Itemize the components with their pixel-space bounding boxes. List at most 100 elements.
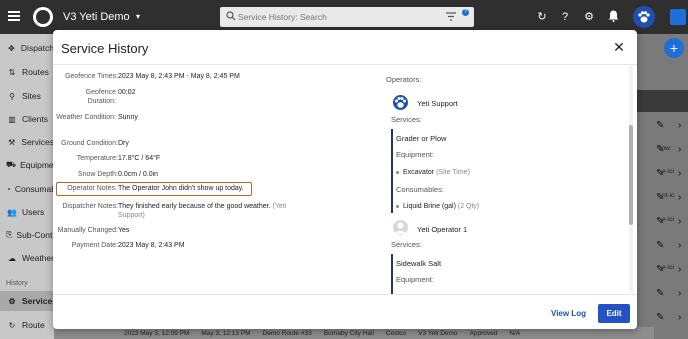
table-cell-snippet: low:: [660, 145, 672, 152]
chevron-right-icon[interactable]: ›: [678, 312, 681, 323]
sidebar-item-service-history[interactable]: ⚙ Service: [0, 291, 54, 311]
pencil-icon[interactable]: ✎: [656, 312, 664, 323]
sidebar-item-consumables[interactable]: ◔Consumables: [0, 179, 54, 199]
equipment-item: Excavator (Site Time): [396, 169, 470, 176]
operators-label: Operators:: [386, 75, 422, 84]
pencil-icon[interactable]: ✎: [656, 288, 664, 299]
service-group-bar: [391, 254, 393, 294]
chat-icon[interactable]: [670, 9, 686, 25]
filter-icon[interactable]: [446, 12, 456, 21]
subcontractors-icon: ⎘: [6, 230, 13, 239]
sidebar-item-label: Users: [22, 207, 45, 217]
routes-icon: ⇅: [8, 67, 16, 77]
table-cell: Burnaby City Hall: [323, 329, 374, 337]
chevron-right-icon[interactable]: ›: [678, 216, 681, 227]
field-value: Sunny: [118, 114, 138, 121]
chevron-down-icon[interactable]: ▾: [136, 12, 140, 21]
gear-icon[interactable]: ⚙: [582, 10, 596, 24]
table-row-actions: ✎ ›: [650, 284, 688, 304]
table-cell: Approved: [469, 329, 498, 337]
sidebar-item-users[interactable]: 👥 Users: [0, 202, 54, 222]
service-name: Grader or Plow: [396, 134, 447, 143]
field-label: Operator Notes:: [67, 185, 117, 192]
field-label: Geofence Duration:: [85, 89, 116, 105]
sidebar-item-dispatch[interactable]: ✥ Dispatch: [0, 38, 54, 58]
sidebar-item-sites[interactable]: ⚲ Sites: [0, 86, 54, 106]
route-icon: ↻: [8, 320, 16, 330]
equipment-icon: ⛟: [6, 160, 17, 169]
sidebar-item-route-history[interactable]: ↻ Route: [0, 315, 54, 335]
chevron-right-icon[interactable]: ›: [678, 288, 681, 299]
equipment-meta: (Site Time): [436, 169, 470, 176]
field-value: They finished early because of the good …: [118, 202, 298, 220]
field-label: Weather Condition:: [56, 114, 116, 121]
refresh-icon[interactable]: ↻: [535, 10, 549, 24]
dispatch-icon: ✥: [8, 43, 15, 53]
table-cell: Costco: [385, 329, 407, 337]
add-button[interactable]: +: [664, 38, 684, 58]
top-app-bar: V3 Yeti Demo ▾ ? ↻ ? ⚙: [0, 0, 688, 34]
field-value: Dry: [118, 140, 129, 147]
field-value: 2023 May 8, 2:43 PM - May 8, 2:45 PM: [118, 73, 240, 80]
view-log-button[interactable]: View Log: [551, 309, 586, 318]
services-icon: ⚒: [8, 137, 16, 147]
operator-notes-highlight: Operator Notes: The Operator John didn't…: [56, 182, 252, 196]
equipment-label: Equipment:: [396, 150, 434, 159]
chevron-right-icon[interactable]: ›: [678, 168, 681, 179]
sidebar-item-label: Sub-Contractors: [16, 230, 54, 240]
clients-icon: ▥: [8, 114, 16, 124]
edit-button[interactable]: Edit: [598, 304, 630, 323]
table-cell: N/A: [509, 329, 521, 337]
table-cell-snippet: e-ici: [662, 168, 674, 175]
bell-icon[interactable]: [606, 10, 620, 24]
weather-icon: ☁: [8, 253, 16, 263]
users-icon: 👥: [7, 207, 17, 217]
sidebar-item-weather[interactable]: ☁ Weather: [0, 248, 54, 268]
consumable-item: Liquid Brine (gal) (2 Qty): [396, 203, 479, 210]
scrollbar-thumb[interactable]: [629, 125, 633, 225]
help-icon[interactable]: ?: [558, 10, 572, 24]
sidebar-item-label: Service: [22, 296, 53, 306]
table-cell: Demo Route #33: [262, 329, 312, 337]
sidebar: ✥ Dispatch ⇅ Routes ⚲ Sites ▥ Clients ⚒ Servi…: [0, 34, 54, 339]
paw-avatar-icon[interactable]: [633, 6, 655, 28]
search-input[interactable]: [238, 9, 438, 25]
chevron-right-icon[interactable]: ›: [678, 240, 681, 251]
table-cell: 2023 May 3, 12:09 PM: [124, 329, 190, 337]
pencil-icon[interactable]: ✎: [656, 120, 664, 131]
sites-icon: ⚲: [9, 91, 15, 101]
pencil-icon[interactable]: ✎: [656, 240, 664, 251]
field-value: 2023 May 8, 2:43 PM: [118, 242, 185, 249]
table-cell-snippet: nt-ic: [662, 192, 675, 199]
field-label: Temperature:: [76, 155, 118, 162]
app-title[interactable]: V3 Yeti Demo: [63, 11, 130, 23]
divider: [53, 294, 637, 295]
hamburger-menu-icon[interactable]: [8, 11, 20, 21]
sidebar-item-subcontractors[interactable]: ⎘Sub-Contractors: [0, 225, 54, 245]
chevron-right-icon[interactable]: ›: [678, 264, 681, 275]
search-box[interactable]: [220, 7, 474, 27]
chevron-right-icon[interactable]: ›: [678, 144, 681, 155]
field-value: 17.8°C / 64°F: [118, 155, 161, 162]
divider: [53, 64, 637, 65]
chevron-right-icon[interactable]: ›: [678, 192, 681, 203]
sidebar-item-label: Weather: [22, 253, 54, 263]
consumables-icon: ◔: [6, 184, 11, 194]
consumable-meta: (2 Qty): [457, 203, 480, 210]
chevron-right-icon[interactable]: ›: [678, 120, 681, 131]
sidebar-item-label: Equipment: [20, 160, 54, 170]
help-badge[interactable]: ?: [462, 9, 469, 16]
sidebar-item-services[interactable]: ⚒ Services: [0, 132, 54, 152]
table-cell-snippet: e-ici: [662, 216, 674, 223]
close-icon[interactable]: ✕: [612, 40, 626, 54]
table-cell: V3 Yeti Demo: [418, 329, 458, 337]
sidebar-item-clients[interactable]: ▥ Clients: [0, 109, 54, 129]
operator-name: Yeti Support: [417, 99, 458, 108]
sidebar-item-equipment[interactable]: ⛟Equipment: [0, 155, 54, 175]
field-label: Geofence Times:: [65, 73, 118, 80]
sidebar-item-routes[interactable]: ⇅ Routes: [0, 62, 54, 82]
sidebar-item-label: Dispatch: [20, 43, 54, 53]
field-label: Ground Condition:: [61, 140, 118, 147]
field-label: Snow Depth:: [77, 171, 118, 178]
consumables-label: Consumables:: [396, 185, 444, 194]
